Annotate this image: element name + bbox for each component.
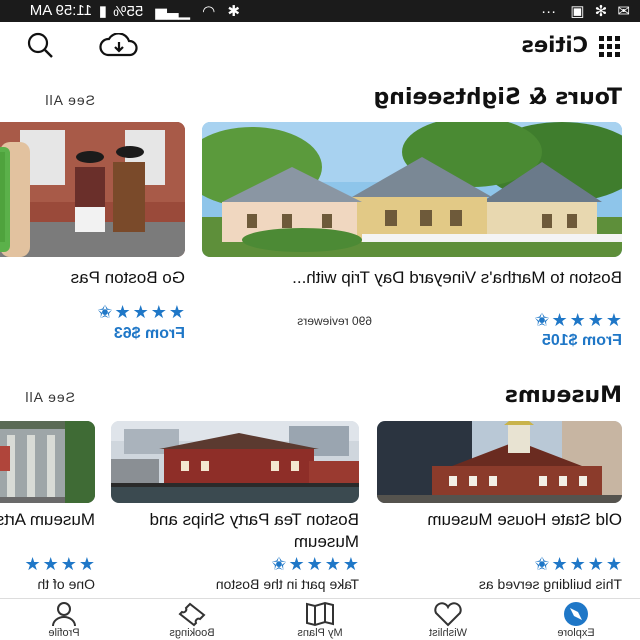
museum-card-title: Museum Arts: [0, 510, 95, 529]
nav-wishlist[interactable]: Wishlist: [384, 599, 512, 640]
more-notifications-icon: ···: [541, 3, 557, 20]
bluetooth-icon: ✱: [227, 3, 240, 20]
tours-see-all-link[interactable]: See All: [44, 92, 95, 108]
rating-stars: ★★★★✬: [532, 310, 622, 330]
battery-percent: 55%: [113, 3, 144, 20]
fan-icon: ✻: [594, 3, 608, 20]
compass-icon: [560, 601, 592, 627]
tour-card[interactable]: Boston to Martha's Vineyard Day Trip wit…: [202, 122, 622, 357]
tour-card-title: Go Boston Pas: [70, 268, 185, 287]
rating-stars: ★★★★✬: [95, 302, 185, 322]
half-star-icon: ✬: [532, 310, 550, 330]
bottom-nav: Explore Wishlist My Plans Bookings Profi…: [0, 598, 640, 640]
heart-icon: [432, 601, 464, 627]
half-star-icon: ✬: [95, 302, 113, 322]
museums-see-all-link[interactable]: See All: [24, 389, 75, 405]
museum-card-image: [377, 421, 622, 503]
museum-card-image: [0, 421, 95, 503]
download-icon[interactable]: [98, 32, 140, 59]
image-icon: ▣: [570, 3, 585, 20]
tour-card-price: From $105: [541, 332, 622, 349]
tour-card-price: From $63: [113, 325, 185, 342]
tour-card-image: [202, 122, 622, 257]
wifi-icon: ◠: [202, 3, 216, 20]
nav-bookings[interactable]: Bookings: [128, 599, 256, 640]
notification-icons: ✉ ✻ ▣ ···: [541, 2, 630, 20]
status-time: 11:59 AM: [29, 2, 92, 19]
museum-card-description: Take part in the Boston: [215, 576, 359, 592]
museum-card-description: This building served as: [478, 576, 622, 592]
museum-card-title: Boston Tea Party Ships and Museum: [149, 510, 360, 551]
museum-card[interactable]: Boston Tea Party Ships and Museum ★★★★✬ …: [111, 421, 359, 596]
search-icon[interactable]: [25, 32, 55, 60]
half-star-icon: ✬: [269, 554, 287, 574]
museum-card-image: [111, 421, 359, 503]
nav-my-plans[interactable]: My Plans: [256, 599, 384, 640]
ticket-icon: [176, 601, 208, 627]
rating-stars: ★★★★✬: [269, 554, 359, 574]
battery-icon: ▮: [98, 3, 107, 20]
tour-card-title: Boston to Martha's Vineyard Day Trip wit…: [292, 268, 622, 287]
nav-label: Wishlist: [429, 627, 467, 639]
signal-icon: ▁▃▅: [155, 3, 190, 20]
museum-card-description: One of th: [37, 576, 95, 592]
nav-label: Profile: [48, 627, 80, 639]
map-icon: [304, 601, 336, 627]
half-star-icon: ✬: [532, 554, 550, 574]
nav-label: Explore: [557, 627, 595, 639]
mail-icon: ✉: [617, 3, 630, 20]
rating-stars: ★★★★: [22, 554, 95, 574]
museums-heading: Museums: [504, 383, 622, 408]
museum-card[interactable]: Museum Arts ★★★★ One of th: [0, 421, 95, 596]
person-icon: [48, 601, 80, 627]
nav-label: Bookings: [169, 627, 215, 639]
nav-profile[interactable]: Profile: [0, 599, 128, 640]
tour-card-reviews: 690 reviewers: [297, 314, 372, 328]
nav-label: My Plans: [297, 627, 343, 639]
tours-heading: Tours & Sightseeing: [373, 85, 622, 110]
system-icons: ✱ ◠ ▁▃▅ 55% ▮: [99, 2, 240, 20]
tour-card-image: [0, 122, 185, 257]
app-bar: Cities: [0, 22, 640, 72]
tour-card[interactable]: Go Boston Pas ★★★★✬ From $63: [0, 122, 185, 357]
menu-grid-icon[interactable]: [594, 36, 620, 58]
app-title: Cities: [521, 33, 588, 57]
status-bar: ✉ ✻ ▣ ··· ✱ ◠ ▁▃▅ 55% ▮ 11:59 AM: [0, 0, 640, 22]
museum-card[interactable]: Old State House Museum ★★★★✬ This buildi…: [377, 421, 622, 596]
museum-card-title: Old State House Museum: [427, 510, 622, 529]
nav-explore[interactable]: Explore: [512, 599, 640, 640]
rating-stars: ★★★★✬: [532, 554, 622, 574]
